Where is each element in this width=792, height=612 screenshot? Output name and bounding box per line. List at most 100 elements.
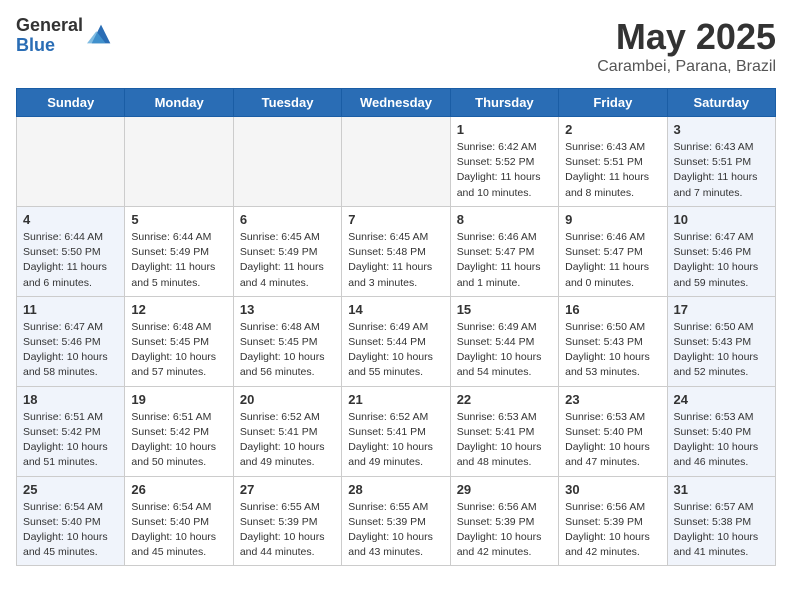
calendar-cell: 2 Sunrise: 6:43 AM Sunset: 5:51 PM Daylig… xyxy=(559,117,667,207)
calendar-cell: 6 Sunrise: 6:45 AM Sunset: 5:49 PM Daylig… xyxy=(233,206,341,296)
calendar-cell: 24 Sunrise: 6:53 AM Sunset: 5:40 PM Dayli… xyxy=(667,386,775,476)
day-number: 21 xyxy=(348,392,443,407)
day-info: Sunrise: 6:47 AM Sunset: 5:46 PM Dayligh… xyxy=(23,320,118,381)
calendar-cell: 27 Sunrise: 6:55 AM Sunset: 5:39 PM Dayli… xyxy=(233,476,341,566)
calendar-cell: 29 Sunrise: 6:56 AM Sunset: 5:39 PM Dayli… xyxy=(450,476,558,566)
day-info: Sunrise: 6:52 AM Sunset: 5:41 PM Dayligh… xyxy=(240,410,335,471)
day-info: Sunrise: 6:43 AM Sunset: 5:51 PM Dayligh… xyxy=(565,140,660,201)
day-number: 1 xyxy=(457,122,552,137)
calendar-cell: 25 Sunrise: 6:54 AM Sunset: 5:40 PM Dayli… xyxy=(17,476,125,566)
calendar-cell xyxy=(125,117,233,207)
day-info: Sunrise: 6:45 AM Sunset: 5:49 PM Dayligh… xyxy=(240,230,335,291)
day-number: 25 xyxy=(23,482,118,497)
weekday-header-tuesday: Tuesday xyxy=(233,89,341,117)
logo-icon xyxy=(87,20,115,48)
calendar-cell: 22Sunrise: 6:53 AM Sunset: 5:41 PM Dayli… xyxy=(450,386,558,476)
week-row-3: 11Sunrise: 6:47 AM Sunset: 5:46 PM Dayli… xyxy=(17,296,776,386)
weekday-header-friday: Friday xyxy=(559,89,667,117)
day-info: Sunrise: 6:51 AM Sunset: 5:42 PM Dayligh… xyxy=(23,410,118,471)
day-info: Sunrise: 6:44 AM Sunset: 5:49 PM Dayligh… xyxy=(131,230,226,291)
day-number: 31 xyxy=(674,482,769,497)
calendar-cell: 5 Sunrise: 6:44 AM Sunset: 5:49 PM Daylig… xyxy=(125,206,233,296)
day-number: 18 xyxy=(23,392,118,407)
day-number: 23 xyxy=(565,392,660,407)
calendar-cell: 28Sunrise: 6:55 AM Sunset: 5:39 PM Dayli… xyxy=(342,476,450,566)
day-number: 3 xyxy=(674,122,769,137)
day-info: Sunrise: 6:56 AM Sunset: 5:39 PM Dayligh… xyxy=(565,500,660,561)
calendar-cell: 10Sunrise: 6:47 AM Sunset: 5:46 PM Dayli… xyxy=(667,206,775,296)
day-number: 6 xyxy=(240,212,335,227)
week-row-2: 4 Sunrise: 6:44 AM Sunset: 5:50 PM Daylig… xyxy=(17,206,776,296)
calendar-cell: 26Sunrise: 6:54 AM Sunset: 5:40 PM Dayli… xyxy=(125,476,233,566)
calendar-table: SundayMondayTuesdayWednesdayThursdayFrid… xyxy=(16,88,776,566)
day-number: 27 xyxy=(240,482,335,497)
day-number: 9 xyxy=(565,212,660,227)
day-number: 17 xyxy=(674,302,769,317)
day-number: 2 xyxy=(565,122,660,137)
day-number: 13 xyxy=(240,302,335,317)
day-info: Sunrise: 6:46 AM Sunset: 5:47 PM Dayligh… xyxy=(457,230,552,291)
week-row-4: 18 Sunrise: 6:51 AM Sunset: 5:42 PM Dayli… xyxy=(17,386,776,476)
day-number: 12 xyxy=(131,302,226,317)
day-info: Sunrise: 6:53 AM Sunset: 5:40 PM Dayligh… xyxy=(674,410,769,471)
logo-blue-text: Blue xyxy=(16,36,83,56)
calendar-cell: 31 Sunrise: 6:57 AM Sunset: 5:38 PM Dayli… xyxy=(667,476,775,566)
day-info: Sunrise: 6:49 AM Sunset: 5:44 PM Dayligh… xyxy=(457,320,552,381)
calendar-cell: 30 Sunrise: 6:56 AM Sunset: 5:39 PM Dayli… xyxy=(559,476,667,566)
day-number: 30 xyxy=(565,482,660,497)
calendar-cell: 15Sunrise: 6:49 AM Sunset: 5:44 PM Dayli… xyxy=(450,296,558,386)
day-info: Sunrise: 6:56 AM Sunset: 5:39 PM Dayligh… xyxy=(457,500,552,561)
header: General Blue May 2025 Carambei, Parana, … xyxy=(16,16,776,76)
day-info: Sunrise: 6:42 AM Sunset: 5:52 PM Dayligh… xyxy=(457,140,552,201)
day-info: Sunrise: 6:48 AM Sunset: 5:45 PM Dayligh… xyxy=(131,320,226,381)
calendar-cell: 12 Sunrise: 6:48 AM Sunset: 5:45 PM Dayli… xyxy=(125,296,233,386)
calendar-cell: 8 Sunrise: 6:46 AM Sunset: 5:47 PM Daylig… xyxy=(450,206,558,296)
day-info: Sunrise: 6:57 AM Sunset: 5:38 PM Dayligh… xyxy=(674,500,769,561)
day-info: Sunrise: 6:45 AM Sunset: 5:48 PM Dayligh… xyxy=(348,230,443,291)
day-info: Sunrise: 6:43 AM Sunset: 5:51 PM Dayligh… xyxy=(674,140,769,201)
day-info: Sunrise: 6:54 AM Sunset: 5:40 PM Dayligh… xyxy=(131,500,226,561)
week-row-5: 25 Sunrise: 6:54 AM Sunset: 5:40 PM Dayli… xyxy=(17,476,776,566)
weekday-header-thursday: Thursday xyxy=(450,89,558,117)
day-info: Sunrise: 6:54 AM Sunset: 5:40 PM Dayligh… xyxy=(23,500,118,561)
day-number: 14 xyxy=(348,302,443,317)
day-info: Sunrise: 6:44 AM Sunset: 5:50 PM Dayligh… xyxy=(23,230,118,291)
day-info: Sunrise: 6:48 AM Sunset: 5:45 PM Dayligh… xyxy=(240,320,335,381)
day-info: Sunrise: 6:55 AM Sunset: 5:39 PM Dayligh… xyxy=(240,500,335,561)
day-number: 5 xyxy=(131,212,226,227)
weekday-header-sunday: Sunday xyxy=(17,89,125,117)
day-info: Sunrise: 6:52 AM Sunset: 5:41 PM Dayligh… xyxy=(348,410,443,471)
month-title: May 2025 xyxy=(597,16,776,58)
day-number: 20 xyxy=(240,392,335,407)
calendar-cell xyxy=(342,117,450,207)
calendar-cell: 1 Sunrise: 6:42 AM Sunset: 5:52 PM Daylig… xyxy=(450,117,558,207)
day-number: 7 xyxy=(348,212,443,227)
day-info: Sunrise: 6:46 AM Sunset: 5:47 PM Dayligh… xyxy=(565,230,660,291)
day-number: 24 xyxy=(674,392,769,407)
calendar-cell: 9 Sunrise: 6:46 AM Sunset: 5:47 PM Daylig… xyxy=(559,206,667,296)
day-info: Sunrise: 6:50 AM Sunset: 5:43 PM Dayligh… xyxy=(565,320,660,381)
day-info: Sunrise: 6:49 AM Sunset: 5:44 PM Dayligh… xyxy=(348,320,443,381)
day-info: Sunrise: 6:53 AM Sunset: 5:41 PM Dayligh… xyxy=(457,410,552,471)
weekday-header-monday: Monday xyxy=(125,89,233,117)
logo-general-text: General xyxy=(16,16,83,36)
day-number: 8 xyxy=(457,212,552,227)
day-info: Sunrise: 6:51 AM Sunset: 5:42 PM Dayligh… xyxy=(131,410,226,471)
weekday-header-wednesday: Wednesday xyxy=(342,89,450,117)
logo: General Blue xyxy=(16,16,115,56)
day-number: 4 xyxy=(23,212,118,227)
calendar-cell: 3 Sunrise: 6:43 AM Sunset: 5:51 PM Daylig… xyxy=(667,117,775,207)
day-info: Sunrise: 6:50 AM Sunset: 5:43 PM Dayligh… xyxy=(674,320,769,381)
calendar-cell: 21 Sunrise: 6:52 AM Sunset: 5:41 PM Dayli… xyxy=(342,386,450,476)
location: Carambei, Parana, Brazil xyxy=(597,58,776,76)
day-number: 28 xyxy=(348,482,443,497)
week-row-1: 1 Sunrise: 6:42 AM Sunset: 5:52 PM Daylig… xyxy=(17,117,776,207)
weekday-header-row: SundayMondayTuesdayWednesdayThursdayFrid… xyxy=(17,89,776,117)
calendar-cell: 13 Sunrise: 6:48 AM Sunset: 5:45 PM Dayli… xyxy=(233,296,341,386)
calendar-cell xyxy=(17,117,125,207)
day-number: 29 xyxy=(457,482,552,497)
weekday-header-saturday: Saturday xyxy=(667,89,775,117)
calendar-cell: 14 Sunrise: 6:49 AM Sunset: 5:44 PM Dayli… xyxy=(342,296,450,386)
calendar-cell: 11Sunrise: 6:47 AM Sunset: 5:46 PM Dayli… xyxy=(17,296,125,386)
day-info: Sunrise: 6:53 AM Sunset: 5:40 PM Dayligh… xyxy=(565,410,660,471)
